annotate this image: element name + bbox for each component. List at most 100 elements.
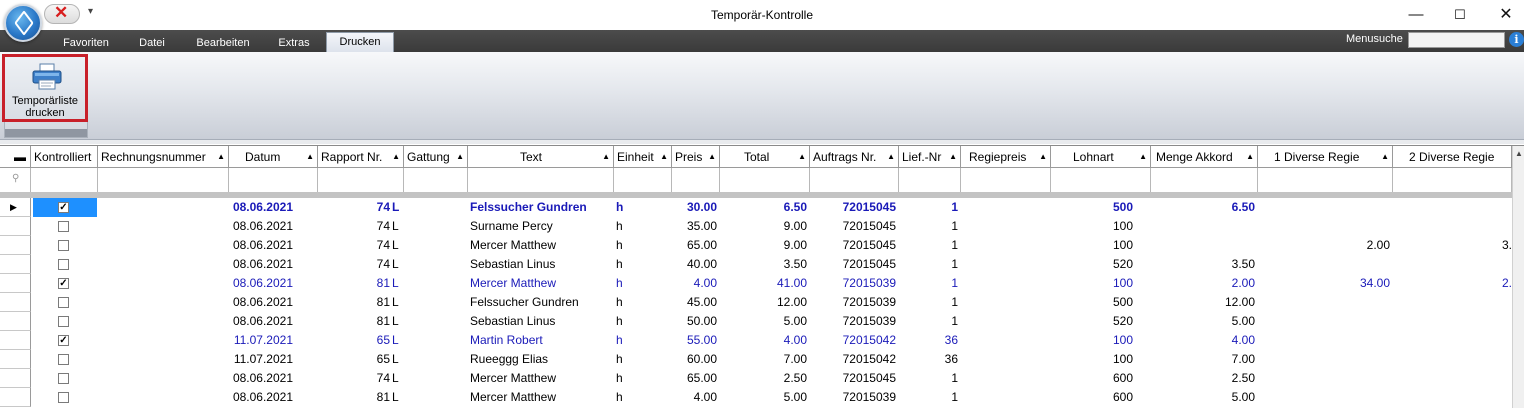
filter-cell[interactable] xyxy=(720,168,810,192)
cell-menge[interactable]: 6.50 xyxy=(1151,198,1255,217)
cell-lohnart[interactable]: 500 xyxy=(1051,293,1133,312)
cell-auftrag[interactable]: 72015045 xyxy=(810,198,896,217)
filter-cell[interactable] xyxy=(899,168,961,192)
cell-preis[interactable]: 65.00 xyxy=(672,236,717,255)
cell-lohnart[interactable]: 520 xyxy=(1051,312,1133,331)
row-header[interactable] xyxy=(0,350,31,369)
filter-cell[interactable] xyxy=(810,168,899,192)
cell-preis[interactable]: 60.00 xyxy=(672,350,717,369)
cell-preis[interactable]: 40.00 xyxy=(672,255,717,274)
table-row[interactable]: 08.06.2021 81 L Sebastian Linus h 50.00 5.00 72… xyxy=(0,312,1512,331)
table-row[interactable]: 08.06.2021 74 L Sebastian Linus h 40.00 3.50 72… xyxy=(0,255,1512,274)
table-row[interactable]: ✓ 11.07.2021 65 L Martin Robert h 55.00 4.00 720… xyxy=(0,331,1512,350)
cell-datum[interactable]: 11.07.2021 xyxy=(229,331,293,350)
cell-gattung[interactable]: L xyxy=(392,331,422,350)
cell-menge[interactable]: 12.00 xyxy=(1151,293,1255,312)
cell-total[interactable]: 6.50 xyxy=(720,198,807,217)
row-header[interactable] xyxy=(0,236,31,255)
cell-einheit[interactable]: h xyxy=(616,388,656,407)
cell-preis[interactable]: 4.00 xyxy=(672,388,717,407)
cell-text[interactable]: Martin Robert xyxy=(470,331,610,350)
cell-gattung[interactable]: L xyxy=(392,217,422,236)
cell-datum[interactable]: 08.06.2021 xyxy=(229,236,293,255)
filter-cell[interactable] xyxy=(98,168,229,192)
cell-gattung[interactable]: L xyxy=(392,369,422,388)
cell-auftrag[interactable]: 72015039 xyxy=(810,293,896,312)
row-header[interactable] xyxy=(0,255,31,274)
row-header[interactable] xyxy=(0,312,31,331)
cell-div1[interactable] xyxy=(1258,312,1390,331)
cell-div1[interactable] xyxy=(1258,255,1390,274)
column-header-auftrags-nr[interactable]: Auftrags Nr. ▲ xyxy=(810,146,899,168)
cell-lief[interactable]: 1 xyxy=(899,312,958,331)
vertical-scrollbar[interactable]: ▲ xyxy=(1512,146,1524,408)
cell-text[interactable]: Mercer Matthew xyxy=(470,274,610,293)
cell-regiepreis[interactable] xyxy=(961,312,1048,331)
cell-lohnart[interactable]: 500 xyxy=(1051,198,1133,217)
cell-text[interactable]: Felssucher Gundren xyxy=(470,198,610,217)
cell-total[interactable]: 4.00 xyxy=(720,331,807,350)
cell-auftrag[interactable]: 72015045 xyxy=(810,369,896,388)
row-header[interactable] xyxy=(0,388,31,407)
cell-lohnart[interactable]: 600 xyxy=(1051,388,1133,407)
filter-cell[interactable] xyxy=(672,168,720,192)
cell-gattung[interactable]: L xyxy=(392,198,422,217)
cell-lohnart[interactable]: 100 xyxy=(1051,217,1133,236)
cell-einheit[interactable]: h xyxy=(616,198,656,217)
cell-regiepreis[interactable] xyxy=(961,369,1048,388)
cell-datum[interactable]: 08.06.2021 xyxy=(229,388,293,407)
cell-menge[interactable]: 7.00 xyxy=(1151,350,1255,369)
cell-preis[interactable]: 65.00 xyxy=(672,369,717,388)
kontrolliert-checkbox[interactable]: ✓ xyxy=(58,278,69,289)
filter-icon[interactable]: ⚲ xyxy=(12,173,19,184)
cell-rapport[interactable]: 74 xyxy=(318,236,390,255)
cell-text[interactable]: Surname Percy xyxy=(470,217,610,236)
cell-div2[interactable] xyxy=(1393,350,1512,369)
column-header-lohnart[interactable]: Lohnart ▲ xyxy=(1051,146,1151,168)
cell-lief[interactable]: 1 xyxy=(899,217,958,236)
cell-einheit[interactable]: h xyxy=(616,274,656,293)
cell-gattung[interactable]: L xyxy=(392,274,422,293)
cell-div2[interactable] xyxy=(1393,293,1512,312)
cell-einheit[interactable]: h xyxy=(616,369,656,388)
filter-cell[interactable] xyxy=(1393,168,1512,192)
cell-datum[interactable]: 08.06.2021 xyxy=(229,255,293,274)
filter-cell[interactable] xyxy=(614,168,672,192)
cell-menge[interactable] xyxy=(1151,236,1255,255)
tab-extras[interactable]: Extras xyxy=(266,34,322,52)
column-header-text[interactable]: Text ▲ xyxy=(468,146,614,168)
cell-auftrag[interactable]: 72015039 xyxy=(810,274,896,293)
cell-einheit[interactable]: h xyxy=(616,293,656,312)
kontrolliert-checkbox[interactable]: ✓ xyxy=(58,202,69,213)
cell-div2[interactable] xyxy=(1393,255,1512,274)
kontrolliert-checkbox[interactable] xyxy=(58,392,69,403)
cell-menge[interactable]: 5.00 xyxy=(1151,388,1255,407)
cell-einheit[interactable]: h xyxy=(616,331,656,350)
cell-auftrag[interactable]: 72015045 xyxy=(810,255,896,274)
cell-rapport[interactable]: 74 xyxy=(318,217,390,236)
cell-menge[interactable]: 2.00 xyxy=(1151,274,1255,293)
column-header-diverse-regie-2[interactable]: 2 Diverse Regie xyxy=(1393,146,1512,168)
filter-cell[interactable] xyxy=(1258,168,1393,192)
cell-total[interactable]: 5.00 xyxy=(720,312,807,331)
cell-text[interactable]: Sebastian Linus xyxy=(470,312,610,331)
cell-preis[interactable]: 4.00 xyxy=(672,274,717,293)
cell-regiepreis[interactable] xyxy=(961,274,1048,293)
filter-cell[interactable] xyxy=(31,168,98,192)
row-header[interactable] xyxy=(0,293,31,312)
table-row[interactable]: 08.06.2021 74 L Mercer Matthew h 65.00 2.50 720… xyxy=(0,369,1512,388)
cell-text[interactable]: Rueeggg Elias xyxy=(470,350,610,369)
cell-gattung[interactable]: L xyxy=(392,293,422,312)
column-header-datum[interactable]: Datum ▲ xyxy=(229,146,318,168)
cell-auftrag[interactable]: 72015039 xyxy=(810,312,896,331)
cell-rapport[interactable]: 81 xyxy=(318,274,390,293)
tab-datei[interactable]: Datei xyxy=(126,34,178,52)
cell-datum[interactable]: 08.06.2021 xyxy=(229,312,293,331)
cell-rapport[interactable]: 81 xyxy=(318,388,390,407)
cell-text[interactable]: Sebastian Linus xyxy=(470,255,610,274)
table-row[interactable]: 08.06.2021 74 L Surname Percy h 35.00 9.00 7201… xyxy=(0,217,1512,236)
application-menu-button[interactable] xyxy=(4,4,42,42)
cell-lohnart[interactable]: 100 xyxy=(1051,331,1133,350)
row-header[interactable] xyxy=(0,217,31,236)
cell-auftrag[interactable]: 72015042 xyxy=(810,331,896,350)
